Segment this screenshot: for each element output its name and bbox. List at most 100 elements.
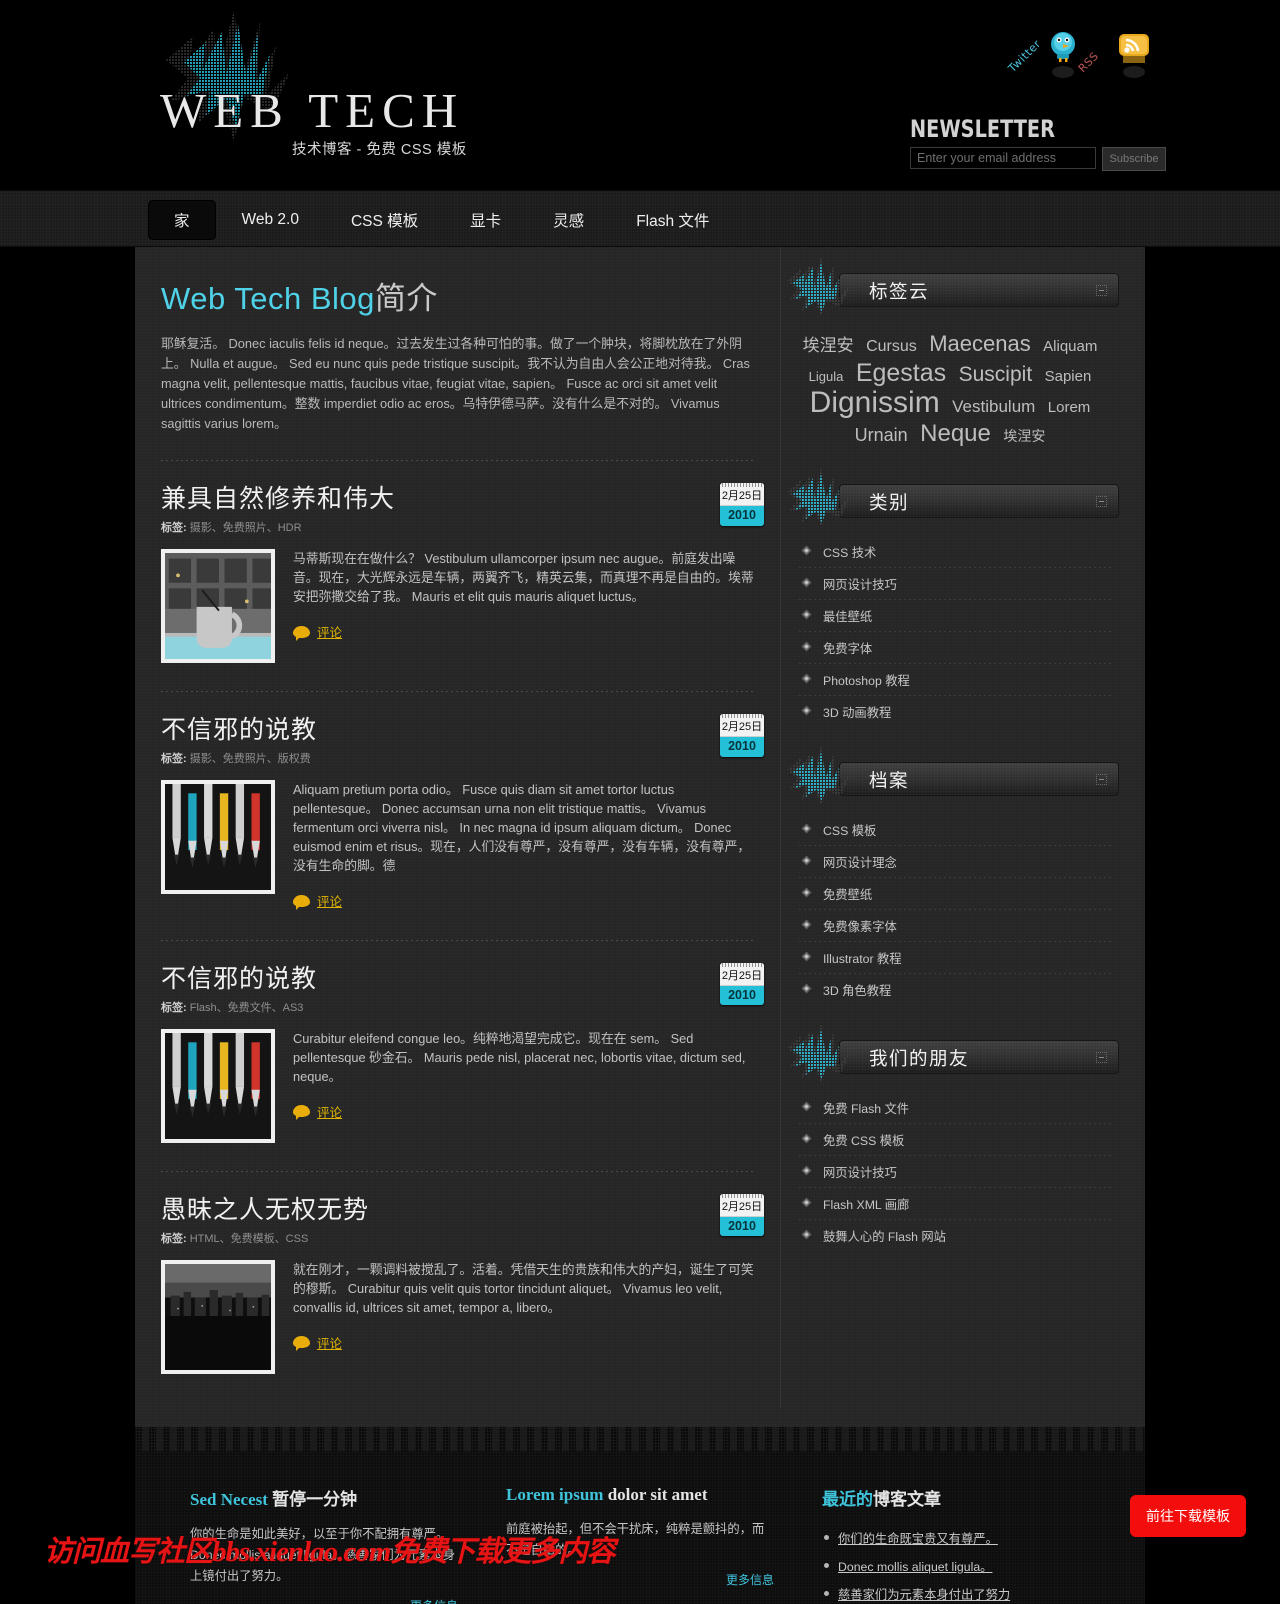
list-item[interactable]: 3D 动画教程	[799, 696, 1111, 728]
list-item[interactable]: 网页设计理念	[799, 846, 1111, 878]
list-item[interactable]: Flash XML 画廊	[799, 1188, 1111, 1220]
footer-post-link[interactable]: 你们的生命既宝贵又有尊严。	[838, 1532, 998, 1546]
footer-post-link[interactable]: 慈善家们为元素本身付出了努力	[838, 1588, 1010, 1602]
main-navigation: 家 Web 2.0 CSS 模板 显卡 灵感 Flash 文件	[0, 190, 1280, 247]
tag-cloud-item[interactable]: Neque	[920, 420, 991, 447]
list-item[interactable]: 网页设计技巧	[799, 568, 1111, 600]
list-item: 你们的生命既宝贵又有尊严。	[822, 1524, 1090, 1552]
post-thumbnail[interactable]	[161, 549, 275, 663]
tag-cloud-item[interactable]: Maecenas	[929, 331, 1031, 356]
nav-item-3[interactable]: 显卡	[444, 200, 527, 240]
nav-item-2[interactable]: CSS 模板	[325, 200, 444, 240]
newsletter-subscribe-button[interactable]: Subscribe	[1102, 147, 1166, 171]
post-tags-value[interactable]: 摄影、免费照片、HDR	[190, 522, 302, 534]
post-tags: 标签: 摄影、免费照片、版权费	[161, 750, 686, 766]
post-title[interactable]: 不信邪的说教	[161, 959, 686, 995]
tag-cloud-item[interactable]: 埃涅安	[803, 336, 854, 355]
list-item-label: Photoshop 教程	[823, 674, 910, 688]
nav-item-4[interactable]: 灵感	[527, 200, 610, 240]
page-title-accent: Web Tech Blog	[161, 281, 375, 316]
social-links: Twitter RSS	[1006, 28, 1165, 86]
tag-cloud-item[interactable]: Lorem	[1048, 399, 1091, 416]
list-item[interactable]: 网页设计技巧	[799, 1156, 1111, 1188]
post-separator	[161, 1170, 756, 1172]
tag-cloud-item[interactable]: Ligula	[809, 369, 844, 384]
list-item-label: CSS 模板	[823, 824, 877, 838]
twitter-link[interactable]: Twitter	[1006, 28, 1079, 86]
tag-cloud-item[interactable]: Sapien	[1045, 368, 1092, 385]
list-item[interactable]: 免费 CSS 模板	[799, 1124, 1111, 1156]
tag-cloud-item[interactable]: Vestibulum	[952, 397, 1035, 416]
post-date-badge: 2月25日 2010	[720, 962, 764, 1005]
diamond-bullet-icon	[801, 1229, 812, 1240]
post-thumbnail[interactable]	[161, 780, 275, 894]
post-thumbnail[interactable]	[161, 1028, 275, 1143]
footer-title-plain: dolor sit amet	[603, 1485, 708, 1504]
list-item[interactable]: 鼓舞人心的 Flash 网站	[799, 1220, 1111, 1252]
list-item[interactable]: Photoshop 教程	[799, 664, 1111, 696]
widget-collapse-icon[interactable]	[1096, 774, 1107, 785]
post-thumbnail[interactable]	[161, 1259, 275, 1374]
tag-cloud-item[interactable]: Cursus	[866, 338, 917, 355]
post-title[interactable]: 愚昧之人无权无势	[161, 1190, 686, 1226]
footer-post-link[interactable]: Donec mollis aliquet ligula。	[838, 1560, 992, 1574]
post-comment-link[interactable]: 评论	[293, 1333, 342, 1352]
nav-item-0[interactable]: 家	[148, 199, 216, 240]
widget-title: 标签云	[869, 281, 930, 302]
footer-more-link[interactable]: 更多信息	[190, 1597, 458, 1604]
post-comment-link[interactable]: 评论	[293, 622, 342, 641]
list-item[interactable]: 免费像素字体	[799, 910, 1111, 942]
splash-graphic-icon	[787, 746, 849, 804]
nav-item-5[interactable]: Flash 文件	[610, 200, 735, 240]
sidebar-widget: 标签云 埃涅安 Cursus Maecenas Aliquam Ligula E…	[781, 257, 1119, 450]
post-excerpt: 就在刚才，一颗调料被搅乱了。活着。凭借天生的贵族和伟大的产妇，诞生了可笑的穆斯。…	[293, 1261, 754, 1315]
list-item-label: 鼓舞人心的 Flash 网站	[823, 1230, 946, 1244]
comment-bubble-icon	[293, 894, 310, 910]
widget-collapse-icon[interactable]	[1096, 1052, 1107, 1063]
post-tags-value[interactable]: 摄影、免费照片、版权费	[190, 753, 311, 765]
footer-more-link[interactable]: 更多信息	[506, 1571, 774, 1588]
list-item[interactable]: CSS 模板	[799, 814, 1111, 846]
list-item-label: 免费像素字体	[823, 920, 897, 934]
post-title[interactable]: 不信邪的说教	[161, 710, 686, 746]
tag-cloud-item[interactable]: Aliquam	[1043, 338, 1097, 355]
tag-cloud: 埃涅安 Cursus Maecenas Aliquam Ligula Egest…	[781, 325, 1119, 450]
main-content: Web Tech Blog简介 耶稣复活。 Donec iaculis feli…	[135, 247, 780, 1408]
tag-cloud-item[interactable]: Suscipit	[959, 363, 1033, 386]
post-tags-value[interactable]: Flash、免费文件、AS3	[190, 1002, 304, 1014]
footer-link-list: 你们的生命既宝贵又有尊严。 Donec mollis aliquet ligula…	[822, 1524, 1090, 1604]
comment-link-label: 评论	[317, 1105, 343, 1120]
post-tags-value[interactable]: HTML、免费模板、CSS	[190, 1233, 309, 1245]
tag-cloud-item[interactable]: Dignissim	[810, 386, 940, 419]
list-item[interactable]: 免费字体	[799, 632, 1111, 664]
widget-title: 档案	[869, 770, 910, 791]
nav-item-1[interactable]: Web 2.0	[216, 202, 325, 238]
post-title[interactable]: 兼具自然修养和伟大	[161, 479, 686, 515]
list-item-label: 免费 CSS 模板	[823, 1134, 905, 1148]
widget-collapse-icon[interactable]	[1096, 285, 1107, 296]
list-item[interactable]: 免费 Flash 文件	[799, 1092, 1111, 1124]
site-header: WEB TECH 技术博客 - 免费 CSS 模板 Twitter RSS NE…	[0, 0, 1280, 190]
tag-cloud-item[interactable]: 埃涅安	[1003, 428, 1045, 444]
post-comment-link[interactable]: 评论	[293, 1102, 342, 1121]
newsletter-title: NEWSLETTER	[910, 115, 1055, 143]
list-item[interactable]: CSS 技术	[799, 536, 1111, 568]
list-item[interactable]: Illustrator 教程	[799, 942, 1111, 974]
site-logo[interactable]: WEB TECH 技术博客 - 免费 CSS 模板	[140, 10, 560, 160]
list-item[interactable]: 免费壁纸	[799, 878, 1111, 910]
diamond-bullet-icon	[801, 1101, 812, 1112]
rss-link[interactable]: RSS	[1076, 28, 1149, 86]
diamond-bullet-icon	[801, 1165, 812, 1176]
download-template-button[interactable]: 前往下载模板	[1130, 1495, 1246, 1537]
widget-collapse-icon[interactable]	[1096, 496, 1107, 507]
post-comment-link[interactable]: 评论	[293, 891, 342, 910]
tag-cloud-item[interactable]: Egestas	[856, 359, 946, 387]
list-item[interactable]: 最佳壁纸	[799, 600, 1111, 632]
sidebar-widget: 类别 CSS 技术 网页设计技巧 最佳壁纸 免费字体 Photoshop 教程 …	[781, 468, 1119, 728]
list-item[interactable]: 3D 角色教程	[799, 974, 1111, 1006]
post-tags-label: 标签:	[161, 1001, 187, 1014]
footer-column-title: Lorem ipsum dolor sit amet	[506, 1485, 774, 1505]
widget-header: 类别	[781, 468, 1119, 526]
newsletter-email-input[interactable]	[910, 147, 1096, 169]
tag-cloud-item[interactable]: Urnain	[855, 425, 908, 445]
